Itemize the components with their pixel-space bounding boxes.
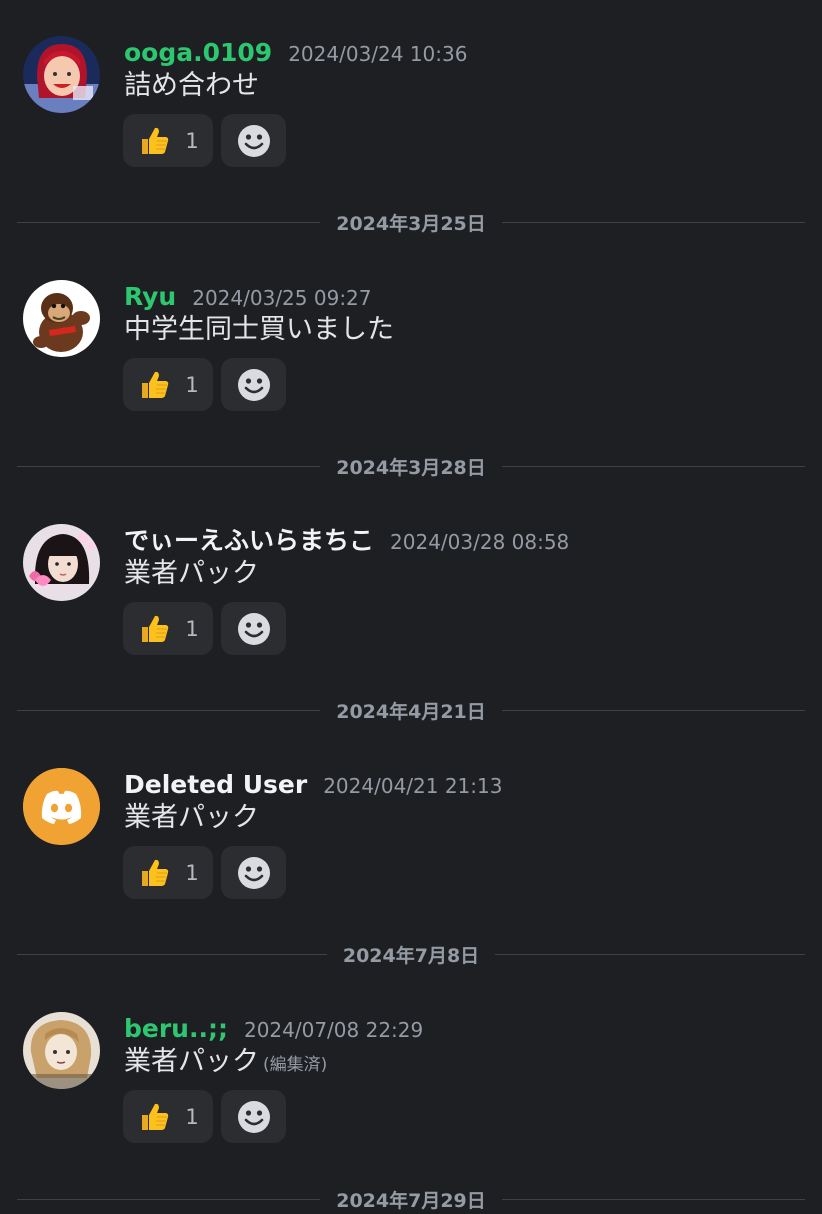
timestamp: 2024/03/24 10:36: [288, 42, 468, 66]
message-feed: ooga.0109 2024/03/24 10:36 詰め合わせ 1 2024年…: [0, 0, 822, 1212]
message-content: 中学生同士買いました: [124, 314, 394, 345]
reaction-count: 1: [185, 860, 199, 885]
divider-line: [17, 709, 321, 711]
message-content: 業者パック: [124, 558, 259, 589]
date-divider: 2024年4月21日: [17, 695, 806, 725]
username[interactable]: Ryu: [124, 280, 176, 314]
message-content: 業者パック: [124, 802, 259, 833]
message-item: でぃーえふいらまちこ 2024/03/28 08:58 業者パック 1: [0, 524, 822, 659]
username[interactable]: ooga.0109: [124, 36, 272, 70]
message-item: beru..;; 2024/07/08 22:29 業者パック (編集済) 1: [0, 1012, 822, 1147]
divider-line: [501, 1198, 806, 1200]
add-reaction-button[interactable]: [221, 846, 286, 899]
divider-line: [495, 953, 806, 955]
thumbs-up-emoji: [137, 612, 171, 646]
reactions-bar: 1: [123, 114, 286, 167]
date-divider-label: 2024年7月29日: [336, 1189, 486, 1212]
date-divider: 2024年7月8日: [17, 939, 806, 969]
message-header: Deleted User 2024/04/21 21:13: [124, 768, 502, 802]
reactions-bar: 1: [123, 1090, 286, 1143]
timestamp: 2024/04/21 21:13: [323, 774, 503, 798]
avatar[interactable]: [23, 768, 100, 845]
divider-line: [17, 465, 321, 467]
avatar[interactable]: [23, 1012, 100, 1089]
avatar[interactable]: [23, 36, 100, 113]
reaction-thumbs-up[interactable]: 1: [123, 602, 213, 655]
thumbs-up-emoji: [137, 124, 171, 158]
reaction-count: 1: [185, 128, 199, 153]
username[interactable]: Deleted User: [124, 768, 307, 802]
divider-line: [501, 221, 806, 223]
date-divider-label: 2024年3月25日: [336, 212, 486, 235]
divider-line: [501, 465, 806, 467]
add-reaction-button[interactable]: [221, 602, 286, 655]
thumbs-up-emoji: [137, 856, 171, 890]
message-header: Ryu 2024/03/25 09:27: [124, 280, 372, 314]
reactions-bar: 1: [123, 602, 286, 655]
message-item: ooga.0109 2024/03/24 10:36 詰め合わせ 1: [0, 36, 822, 171]
reaction-thumbs-up[interactable]: 1: [123, 114, 213, 167]
date-divider: 2024年7月29日: [17, 1184, 806, 1214]
date-divider-label: 2024年3月28日: [336, 456, 486, 479]
smiley-face-icon: [237, 1100, 271, 1134]
message-text: 業者パック: [124, 1046, 259, 1077]
divider-line: [17, 221, 321, 223]
message-item: Ryu 2024/03/25 09:27 中学生同士買いました 1: [0, 280, 822, 415]
smiley-face-icon: [237, 124, 271, 158]
message-content: 詰め合わせ: [124, 70, 259, 101]
date-divider-label: 2024年4月21日: [336, 700, 486, 723]
date-divider: 2024年3月25日: [17, 207, 806, 237]
message-header: ooga.0109 2024/03/24 10:36: [124, 36, 467, 70]
username[interactable]: でぃーえふいらまちこ: [124, 524, 374, 558]
username[interactable]: beru..;;: [124, 1012, 228, 1046]
discord-logo-icon: [23, 768, 100, 845]
reaction-thumbs-up[interactable]: 1: [123, 1090, 213, 1143]
reaction-thumbs-up[interactable]: 1: [123, 358, 213, 411]
add-reaction-button[interactable]: [221, 114, 286, 167]
divider-line: [17, 1198, 321, 1200]
reactions-bar: 1: [123, 358, 286, 411]
reactions-bar: 1: [123, 846, 286, 899]
thumbs-up-emoji: [137, 368, 171, 402]
smiley-face-icon: [237, 368, 271, 402]
message-header: でぃーえふいらまちこ 2024/03/28 08:58: [124, 524, 569, 558]
reaction-count: 1: [185, 372, 199, 397]
smiley-face-icon: [237, 856, 271, 890]
reaction-count: 1: [185, 1104, 199, 1129]
smiley-face-icon: [237, 612, 271, 646]
divider-line: [501, 709, 806, 711]
reaction-thumbs-up[interactable]: 1: [123, 846, 213, 899]
date-divider-label: 2024年7月8日: [342, 944, 480, 967]
thumbs-up-emoji: [137, 1100, 171, 1134]
add-reaction-button[interactable]: [221, 1090, 286, 1143]
avatar[interactable]: [23, 524, 100, 601]
edited-indicator: (編集済): [263, 1055, 328, 1075]
avatar[interactable]: [23, 280, 100, 357]
message-item: Deleted User 2024/04/21 21:13 業者パック 1: [0, 768, 822, 903]
date-divider: 2024年3月28日: [17, 451, 806, 481]
message-content: 業者パック (編集済): [124, 1042, 327, 1085]
divider-line: [17, 953, 327, 955]
timestamp: 2024/03/28 08:58: [390, 530, 570, 554]
message-header: beru..;; 2024/07/08 22:29: [124, 1012, 423, 1046]
reaction-count: 1: [185, 616, 199, 641]
add-reaction-button[interactable]: [221, 358, 286, 411]
